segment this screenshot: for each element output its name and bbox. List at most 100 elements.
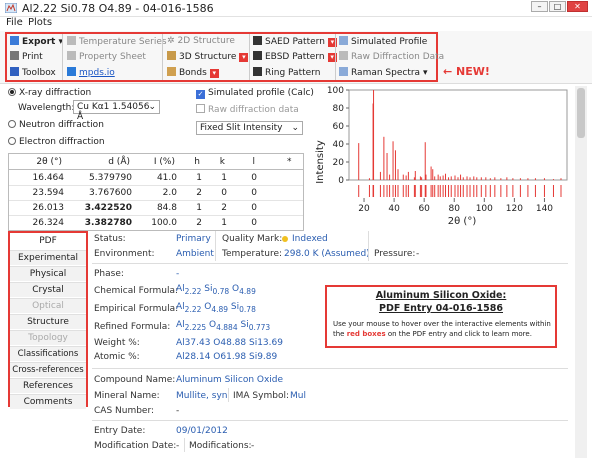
compound-name-value[interactable]: Aluminum Silicon Oxide: [176, 375, 283, 385]
y-tick-label: 20: [333, 158, 345, 168]
3d-structure-button[interactable]: 3D Structure ▾: [167, 51, 249, 62]
table-row[interactable]: 26.013 3.422520 84.8 1 2 0: [9, 201, 303, 216]
tab-pdf[interactable]: PDF: [10, 234, 86, 249]
table-header-cell[interactable]: I (%): [154, 157, 175, 167]
raman-spectra-button[interactable]: Raman Spectra ▾: [339, 67, 427, 78]
bonds-button[interactable]: Bonds ▾: [167, 67, 219, 78]
table-cell: 26.013: [32, 203, 65, 213]
vertical-scrollbar[interactable]: [575, 86, 587, 458]
maximize-button[interactable]: □: [549, 1, 566, 12]
2d-structure-button[interactable]: ✲ 2D Structure: [167, 36, 235, 46]
electron-label: Electron diffraction: [19, 137, 105, 147]
minimize-button[interactable]: –: [531, 1, 548, 12]
info-text-highlight: red boxes: [346, 330, 386, 338]
table-cell: 0: [251, 188, 257, 198]
chemical-formula-value[interactable]: Al2.22 Si0.78 O4.89: [176, 284, 256, 296]
separator: [92, 368, 568, 369]
table-cell: 2: [221, 203, 227, 213]
table-header-cell[interactable]: h: [194, 157, 200, 167]
formula-element: Al: [176, 302, 185, 312]
mineral-name-value[interactable]: Mullite, syn: [176, 391, 227, 401]
slit-select[interactable]: Fixed Slit Intensity ⌄: [196, 121, 303, 135]
electron-radio[interactable]: Electron diffraction: [8, 137, 105, 147]
tab-physical[interactable]: Physical: [10, 266, 86, 281]
chevron-down-icon: ⌄: [291, 123, 299, 133]
tab-references[interactable]: References: [10, 378, 86, 393]
tab-cross-references[interactable]: Cross-references: [10, 362, 86, 377]
tab-experimental[interactable]: Experimental: [10, 250, 86, 265]
x-tick-label: 140: [536, 204, 553, 214]
wavelength-label: Wavelength:: [18, 103, 75, 113]
table-header-cell[interactable]: d (Å): [108, 157, 130, 167]
simulated-profile-label: Simulated Profile: [351, 37, 428, 47]
status-value[interactable]: Primary: [176, 234, 211, 244]
print-button[interactable]: Print: [10, 51, 43, 62]
scrollbar-thumb[interactable]: [577, 88, 585, 138]
ebsd-pattern-button[interactable]: EBSD Pattern ▾: [253, 51, 337, 62]
tab-optical[interactable]: Optical: [10, 298, 86, 313]
formula-subscript: 0.78: [239, 304, 256, 314]
tab-classifications[interactable]: Classifications: [10, 346, 86, 361]
tab-comments[interactable]: Comments: [10, 394, 86, 409]
refined-formula-value[interactable]: Al2.225 O4.884 Si0.773: [176, 320, 270, 332]
table-header-cell[interactable]: *: [287, 157, 292, 167]
simulated-profile-button[interactable]: Simulated Profile: [339, 36, 427, 47]
temperature-value[interactable]: 298.0 K (Assumed): [284, 249, 370, 259]
close-button[interactable]: ✕: [567, 1, 588, 12]
atomic-percent-value[interactable]: Al28.14 O61.98 Si9.89: [176, 352, 277, 362]
toolbox-button[interactable]: Toolbox: [10, 67, 56, 78]
ring-pattern-button[interactable]: Ring Pattern: [253, 67, 320, 78]
ima-symbol-value[interactable]: Mul: [290, 391, 306, 401]
cas-number-value: -: [176, 406, 180, 416]
empirical-formula-value[interactable]: Al2.22 O4.89 Si0.78: [176, 302, 256, 314]
table-row[interactable]: 16.464 5.379790 41.0 1 1 0: [9, 171, 303, 186]
xray-radio[interactable]: X-ray diffraction: [8, 88, 91, 98]
divider: [228, 388, 229, 402]
weight-percent-value[interactable]: Al37.43 O48.88 Si13.69: [176, 338, 283, 348]
tab-structure[interactable]: Structure: [10, 314, 86, 329]
dropdown-icon[interactable]: ▾: [239, 53, 249, 62]
table-cell: 1: [221, 173, 227, 183]
temperature-series-button[interactable]: Temperature Series: [67, 36, 167, 47]
table-cell: 0: [251, 218, 257, 228]
tab-topology[interactable]: Topology: [10, 330, 86, 345]
phase-value: -: [176, 269, 180, 279]
slit-value: Fixed Slit Intensity: [200, 123, 283, 133]
table-row[interactable]: 26.324 3.382780 100.0 2 1 0: [9, 216, 303, 230]
y-tick-label: 100: [327, 86, 344, 96]
xray-label: X-ray diffraction: [19, 88, 92, 98]
menu-file[interactable]: File: [6, 17, 23, 28]
table-cell: 1: [196, 173, 202, 183]
info-text: Use your mouse to hover over the interac…: [333, 319, 553, 339]
environment-value[interactable]: Ambient: [176, 249, 214, 259]
side-tabs: PDF Experimental Physical Crystal Optical Str…: [8, 231, 88, 409]
x-tick-label: 40: [388, 204, 400, 214]
neutron-radio[interactable]: Neutron diffraction: [8, 120, 104, 130]
wavelength-select[interactable]: Cu Kα1 1.54056 Å ⌄: [73, 100, 160, 122]
dropdown-icon[interactable]: ▾: [209, 69, 219, 78]
divider: [215, 231, 216, 261]
separator: [92, 263, 568, 264]
formula-element: Al: [176, 320, 185, 330]
menu-plots[interactable]: Plots: [28, 17, 52, 28]
pressure-label: Pressure:: [374, 249, 416, 259]
tab-crystal[interactable]: Crystal: [10, 282, 86, 297]
export-button[interactable]: Export ▾: [10, 36, 63, 47]
table-header-cell[interactable]: k: [220, 157, 225, 167]
ebsd-label: EBSD Pattern: [265, 52, 325, 62]
table-header-cell[interactable]: 2θ (°): [36, 157, 62, 167]
formula-element: Si: [240, 320, 249, 330]
table-row[interactable]: 23.594 3.767600 2.0 2 0 0: [9, 186, 303, 201]
table-header-cell[interactable]: l: [252, 157, 255, 167]
quality-value[interactable]: Indexed: [292, 234, 328, 244]
chevron-down-icon: ⌄: [148, 102, 156, 112]
raw-data-checkbox[interactable]: Raw diffraction data: [196, 104, 299, 115]
mpds-link[interactable]: mpds.io: [67, 67, 115, 78]
simulated-profile-checkbox[interactable]: ✓ Simulated profile (Calc): [196, 88, 314, 99]
saed-icon: [253, 36, 262, 45]
modifications-value: -: [251, 441, 255, 451]
3d-structure-label: 3D Structure: [179, 52, 237, 62]
raw-diffraction-data-button[interactable]: Raw Diffraction Data: [339, 51, 444, 62]
saed-pattern-button[interactable]: SAED Pattern ▾: [253, 36, 337, 47]
property-sheet-button[interactable]: Property Sheet: [67, 51, 146, 62]
